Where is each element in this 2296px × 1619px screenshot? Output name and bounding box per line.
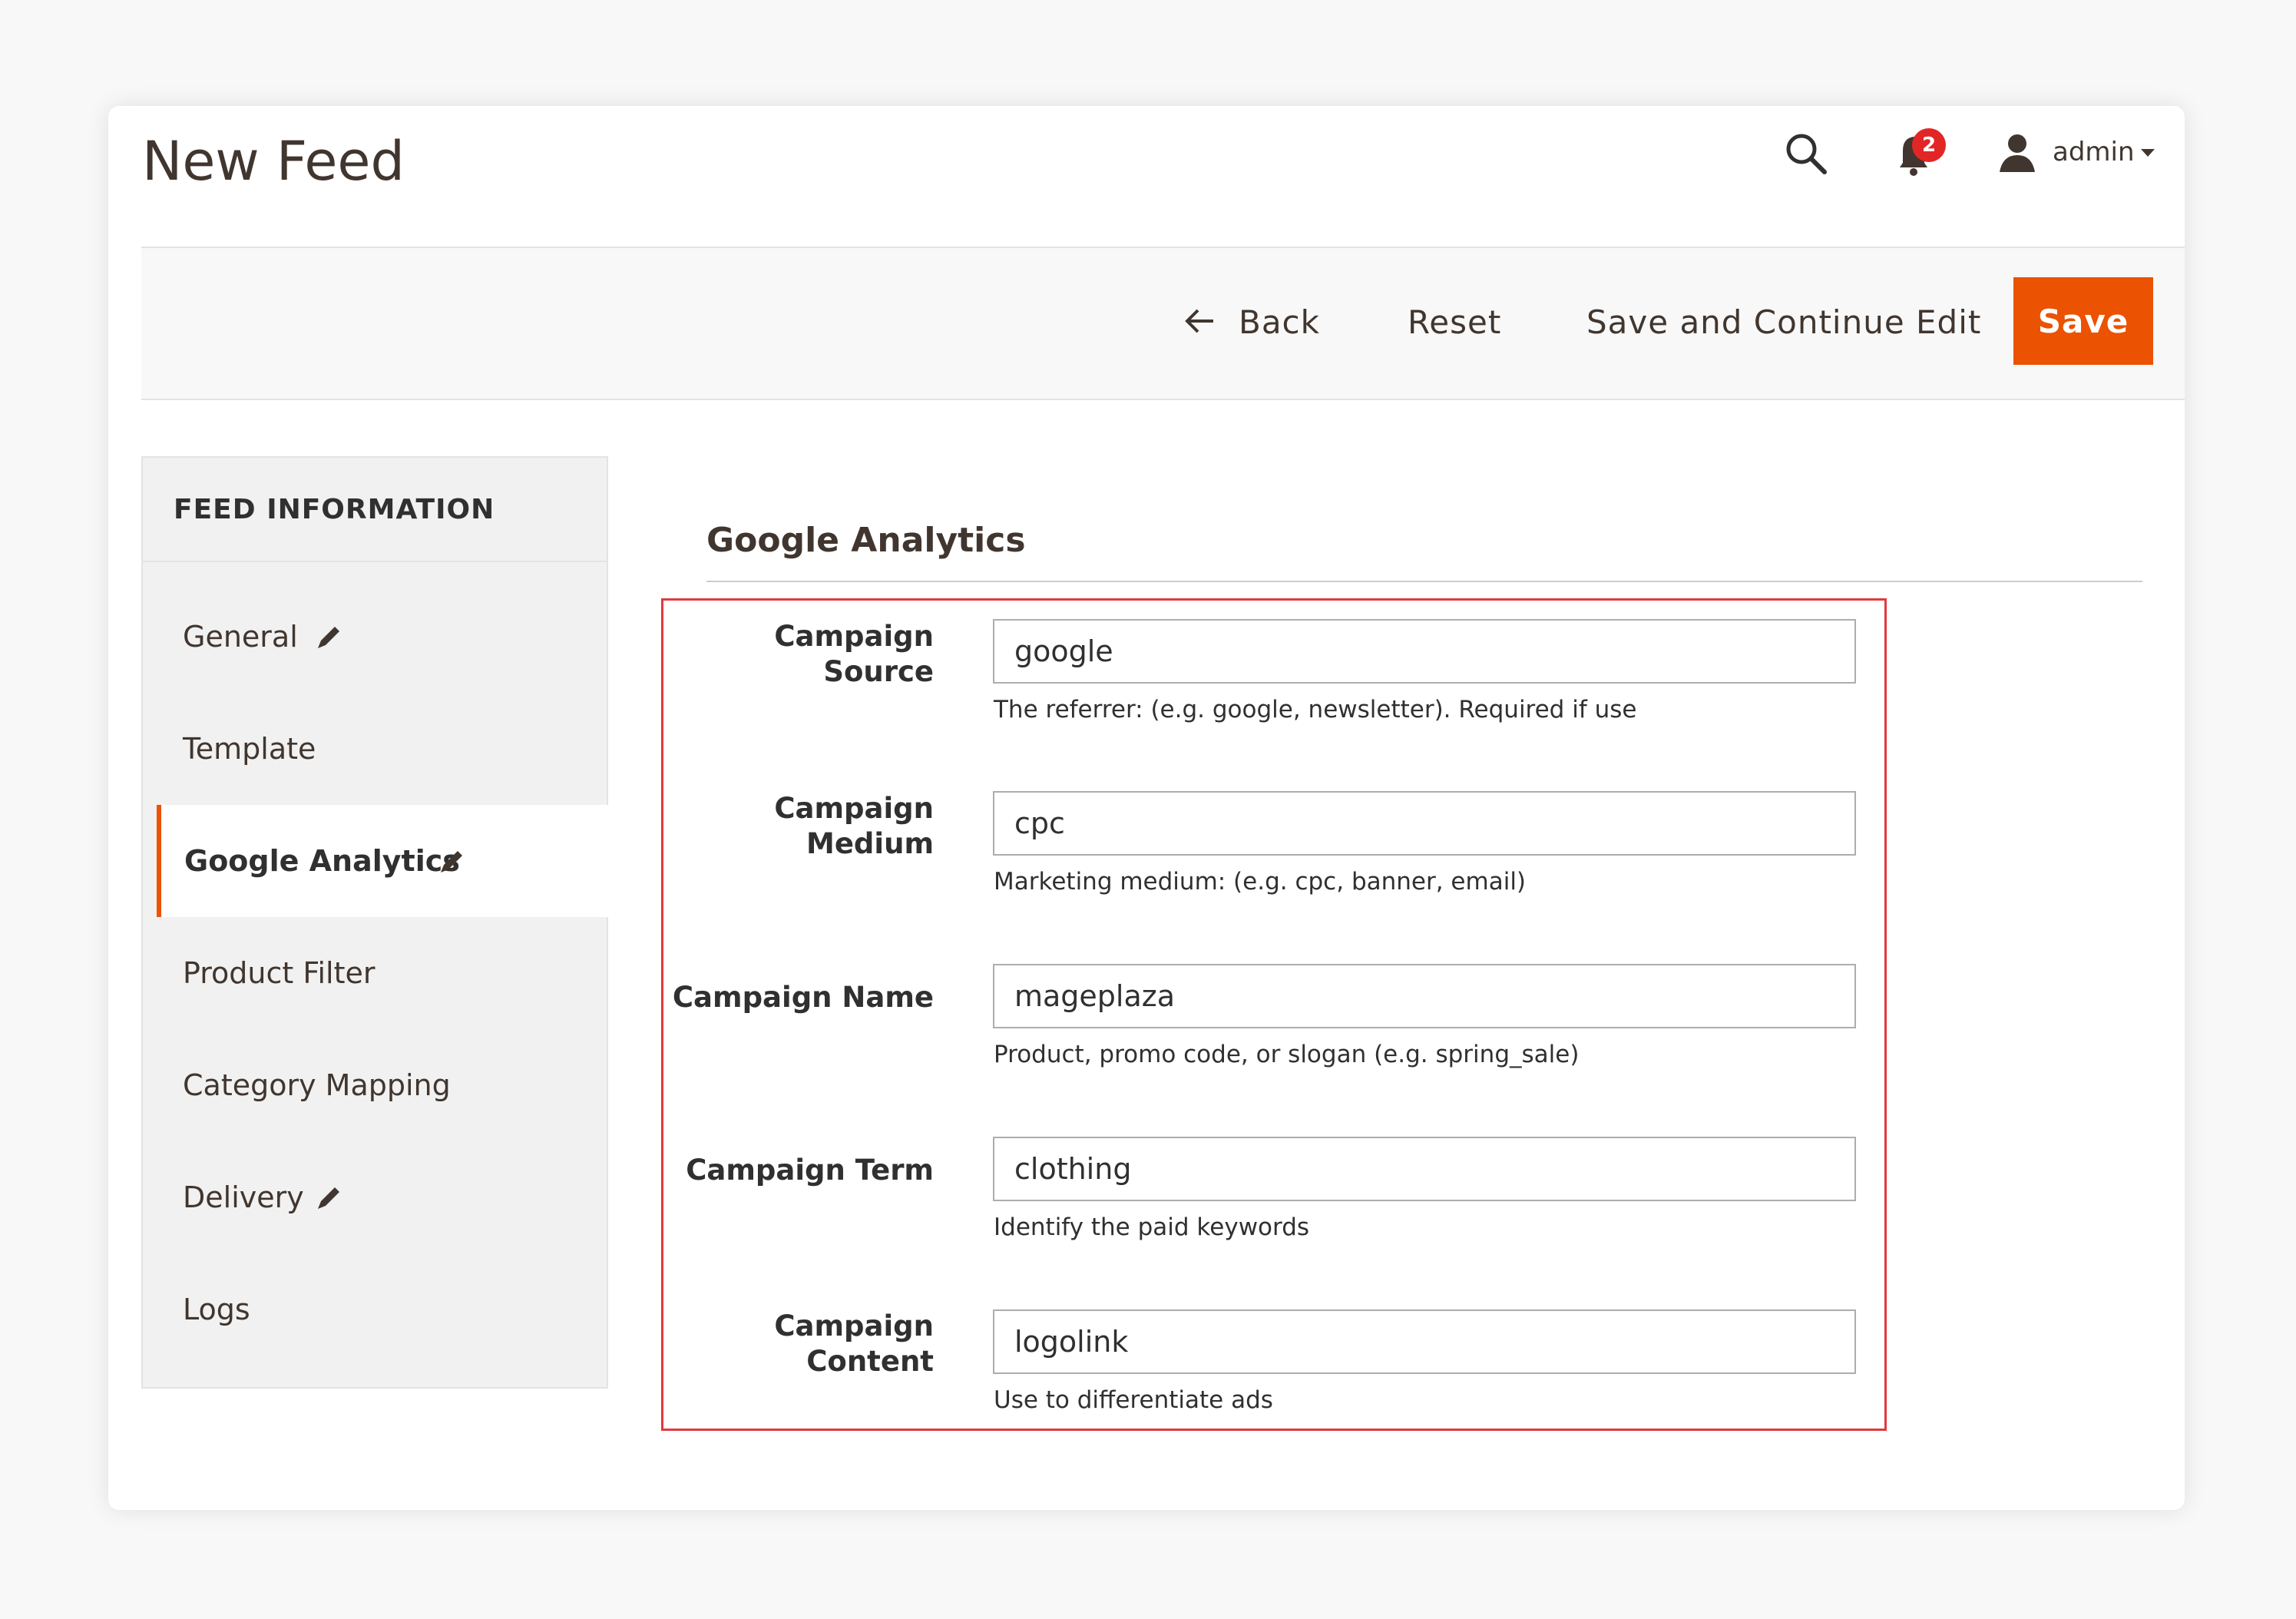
sidebar-divider <box>143 561 607 562</box>
campaign-medium-label: Campaign Medium <box>774 792 934 860</box>
campaign-medium-input[interactable] <box>993 791 1856 856</box>
campaign-source-label: Campaign Source <box>774 620 934 688</box>
pencil-icon <box>441 851 462 872</box>
sidebar-item-label: Category Mapping <box>183 1068 451 1102</box>
save-button[interactable]: Save <box>2013 277 2153 365</box>
campaign-term-note: Identify the paid keywords <box>994 1213 1310 1241</box>
arrow-left-icon[interactable] <box>1183 306 1216 336</box>
campaign-name-note: Product, promo code, or slogan (e.g. spr… <box>994 1041 1580 1068</box>
sidebar-item-google-analytics[interactable]: Google Analytics <box>157 805 608 917</box>
back-button[interactable]: Back <box>1239 284 1320 361</box>
campaign-content-label: Campaign Content <box>774 1309 934 1378</box>
section-divider <box>706 581 2142 582</box>
sidebar-item-label: Delivery <box>183 1180 304 1214</box>
sidebar-item-delivery[interactable]: Delivery <box>143 1141 608 1253</box>
campaign-content-input[interactable] <box>993 1309 1856 1374</box>
sidebar-item-label: General <box>183 620 298 654</box>
save-and-continue-button[interactable]: Save and Continue Edit <box>1586 284 1981 361</box>
reset-button[interactable]: Reset <box>1408 284 1501 361</box>
user-menu-label[interactable]: admin <box>2053 135 2135 169</box>
campaign-medium-note: Marketing medium: (e.g. cpc, banner, ema… <box>994 868 1527 896</box>
sidebar-item-label: Template <box>183 732 316 766</box>
campaign-source-note: The referrer: (e.g. google, newsletter).… <box>994 696 1637 723</box>
pencil-icon <box>318 1187 339 1209</box>
campaign-name-label: Campaign Name <box>672 981 934 1014</box>
sidebar-item-logs[interactable]: Logs <box>143 1253 608 1366</box>
sidebar-item-label: Google Analytics <box>184 844 460 878</box>
search-icon[interactable] <box>1783 131 1829 177</box>
page-title: New Feed <box>142 130 405 193</box>
campaign-source-input[interactable] <box>993 619 1856 684</box>
campaign-term-label: Campaign Term <box>686 1154 934 1187</box>
pencil-icon <box>318 627 339 648</box>
chevron-down-icon[interactable] <box>2139 141 2156 163</box>
sidebar-item-general[interactable]: General <box>143 581 608 693</box>
sidebar-item-category-mapping[interactable]: Category Mapping <box>143 1029 608 1141</box>
sidebar-item-label: Logs <box>183 1293 250 1326</box>
user-icon[interactable] <box>1997 132 2038 174</box>
section-title: Google Analytics <box>706 521 1026 560</box>
sidebar-item-template[interactable]: Template <box>143 693 608 805</box>
campaign-name-input[interactable] <box>993 964 1856 1028</box>
campaign-term-input[interactable] <box>993 1137 1856 1201</box>
sidebar-item-label: Product Filter <box>183 956 375 990</box>
campaign-content-note: Use to differentiate ads <box>994 1386 1273 1414</box>
sidebar-item-product-filter[interactable]: Product Filter <box>143 917 608 1029</box>
sidebar-title: FEED INFORMATION <box>174 494 495 525</box>
notification-badge: 2 <box>1912 128 1946 162</box>
